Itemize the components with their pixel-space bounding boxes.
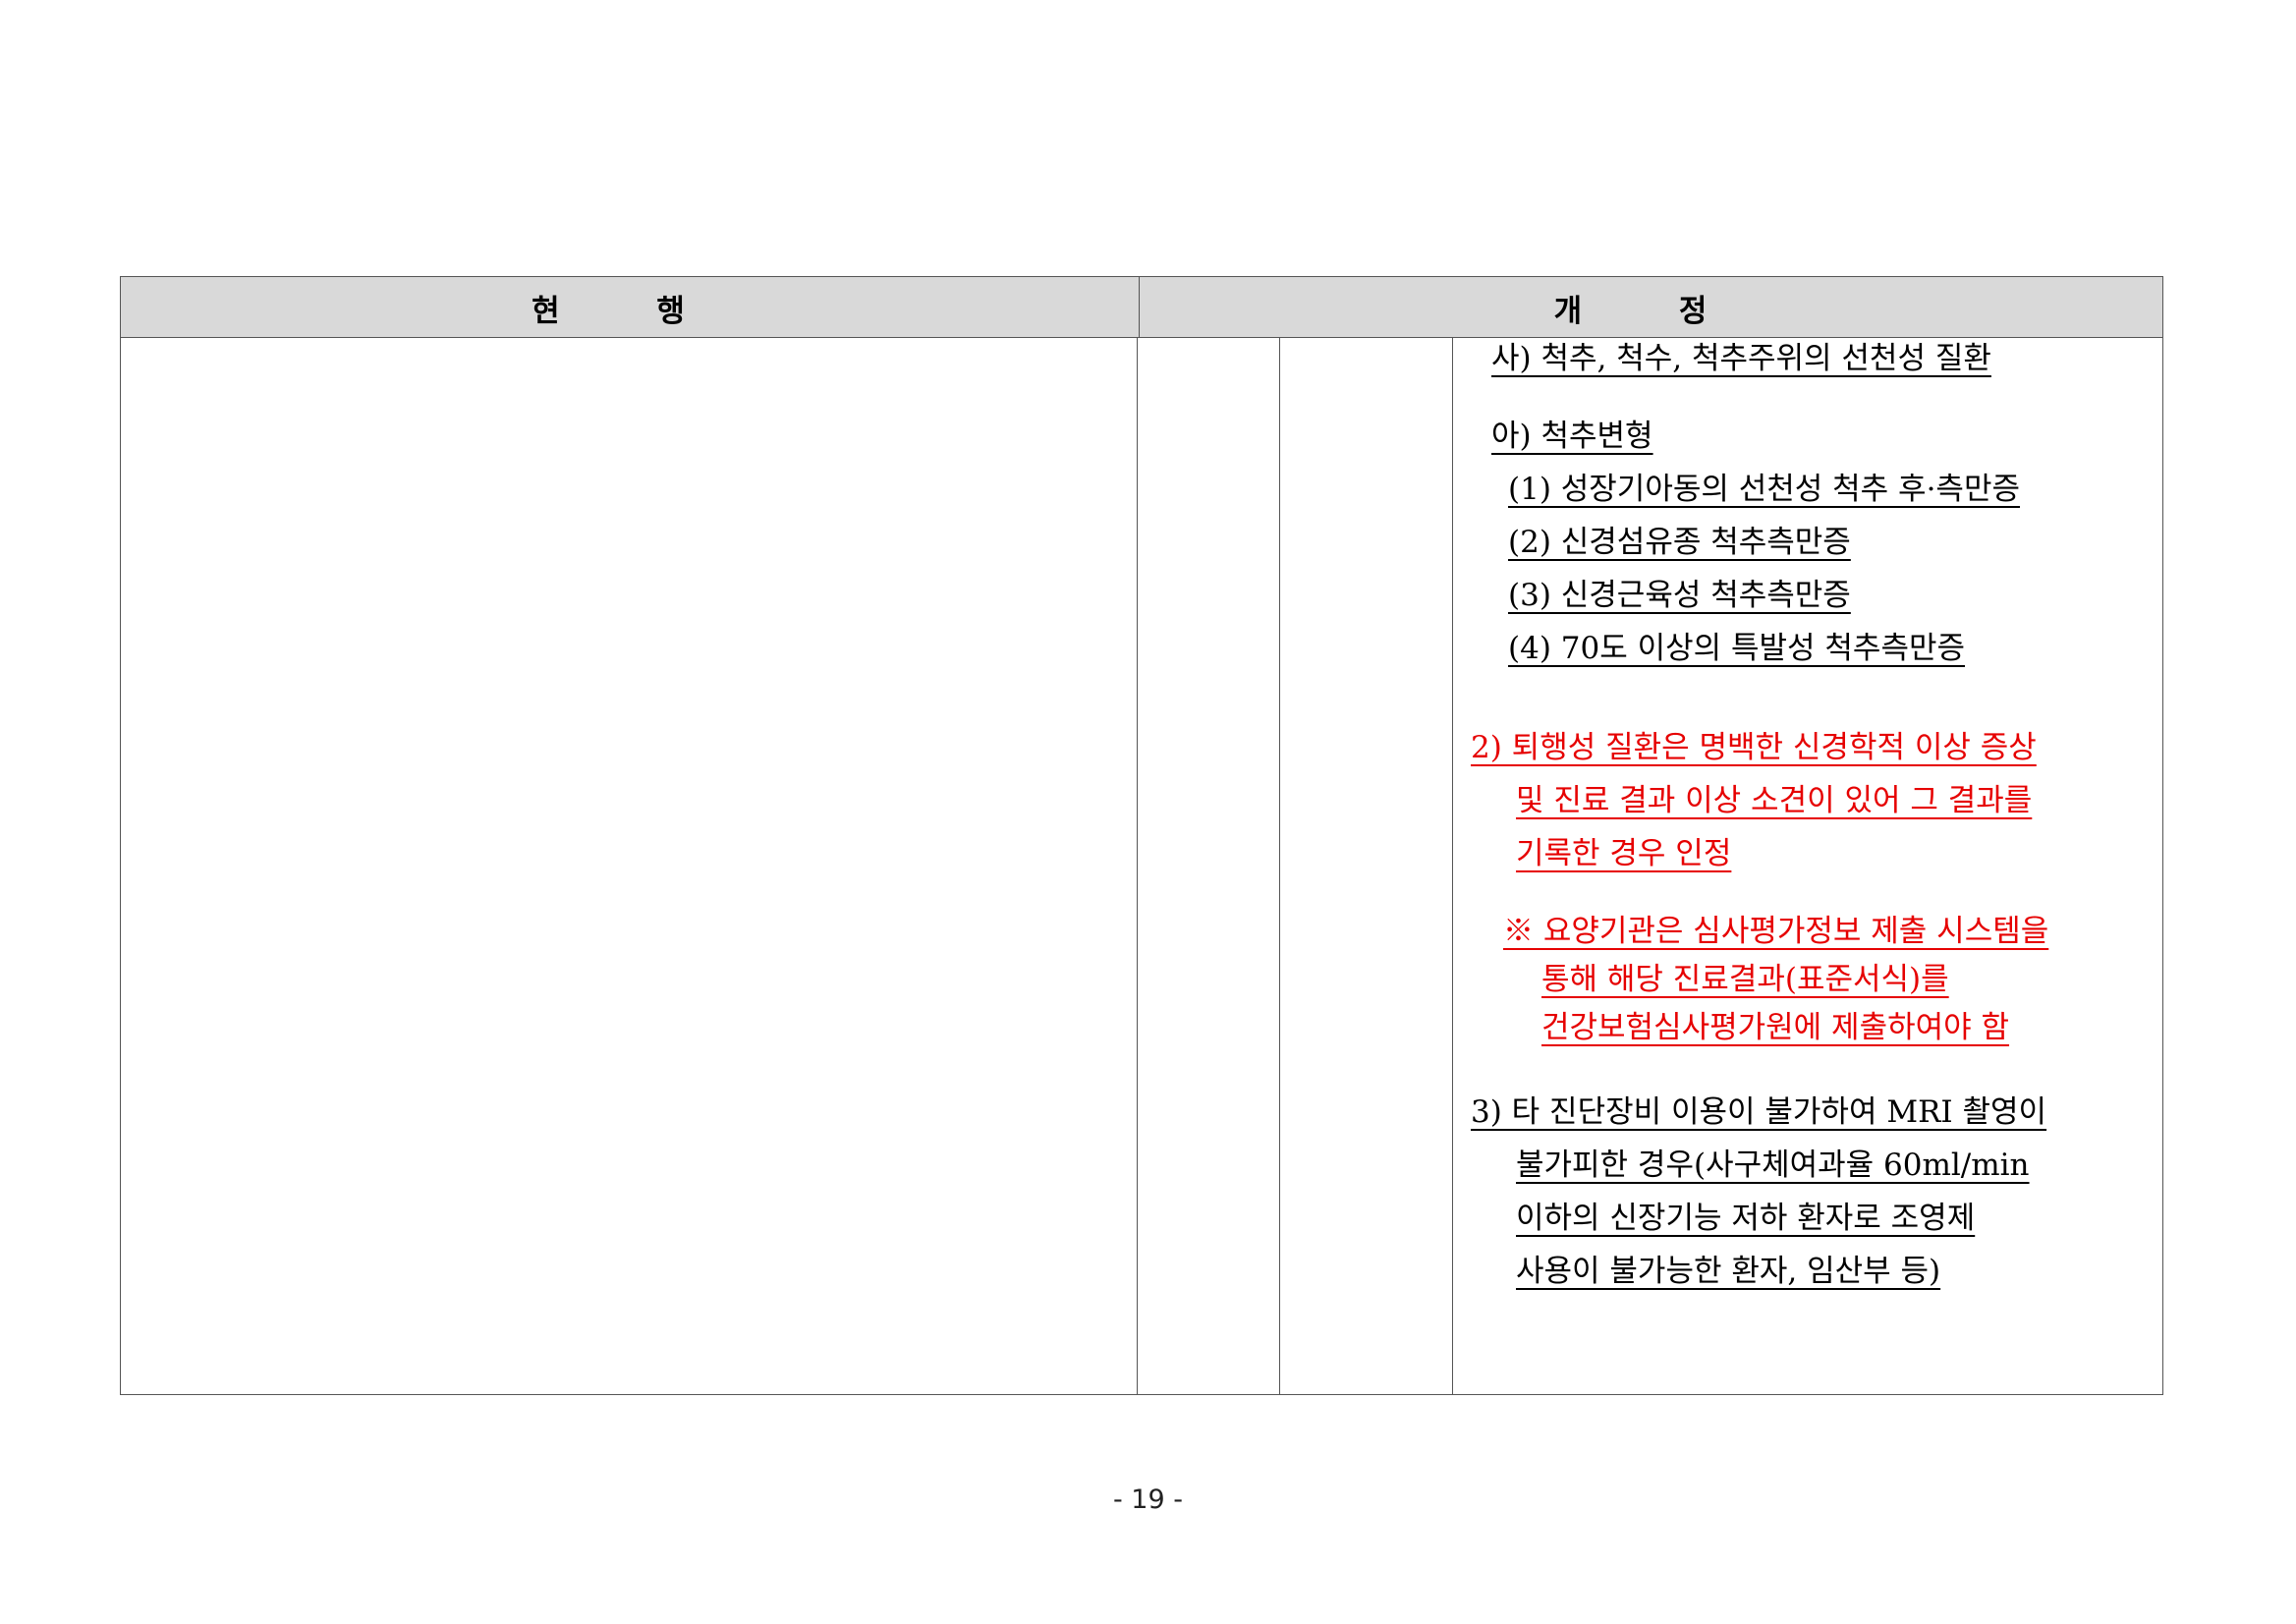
revised-note-line2: 통해 해당 진료결과(표준서식)를 [1541, 962, 1949, 997]
header-current: 현 행 [532, 293, 728, 329]
comparison-table: 현 행 개 정 사) 척추, 척수, 척추주위의 선천성 질환 아) 척추변형 … [120, 276, 2163, 1395]
revised-line-a2: (2) 신경섬유종 척추측만증 [1508, 525, 1851, 560]
column-divider-sub1 [1279, 338, 1280, 1394]
table-header-row: 현 행 개 정 [121, 277, 2162, 338]
revised-item3-line3: 이하의 신장기능 저하 환자로 조영제 [1516, 1201, 1976, 1236]
page-number: - 19 - [1112, 1484, 1183, 1515]
revised-note-line1: ※ 요양기관은 심사평가정보 제출 시스템을 [1503, 914, 2049, 949]
revised-item2-line1: 2) 퇴행성 질환은 명백한 신경학적 이상 증상 [1471, 730, 2037, 765]
header-revised: 개 정 [1139, 277, 2164, 338]
revised-line-a1: (1) 성장기아동의 선천성 척추 후·측만증 [1508, 472, 2020, 507]
revised-item3-line4: 사용이 불가능한 환자, 임산부 등) [1516, 1254, 1941, 1289]
revised-line-sa: 사) 척추, 척수, 척추주위의 선천성 질환 [1491, 341, 1991, 376]
revised-item3-line1: 3) 타 진단장비 이용이 불가하여 MRI 촬영이 [1471, 1094, 2047, 1130]
column-divider-main [1137, 338, 1138, 1394]
revised-line-a3: (3) 신경근육성 척추측만증 [1508, 578, 1851, 613]
revised-line-a4: (4) 70도 이상의 특발성 척추측만증 [1508, 631, 1966, 666]
revised-item3-line2: 불가피한 경우(사구체여과율 60ml/min [1516, 1148, 2030, 1183]
revised-line-a: 아) 척추변형 [1491, 419, 1653, 454]
revised-item2-line3: 기록한 경우 인정 [1516, 836, 1732, 871]
revised-item2-line2: 및 진료 결과 이상 소견이 있어 그 결과를 [1516, 783, 2033, 818]
column-divider-sub2 [1452, 338, 1453, 1394]
revised-note-line3: 건강보험심사평가원에 제출하여야 함 [1541, 1010, 2010, 1045]
